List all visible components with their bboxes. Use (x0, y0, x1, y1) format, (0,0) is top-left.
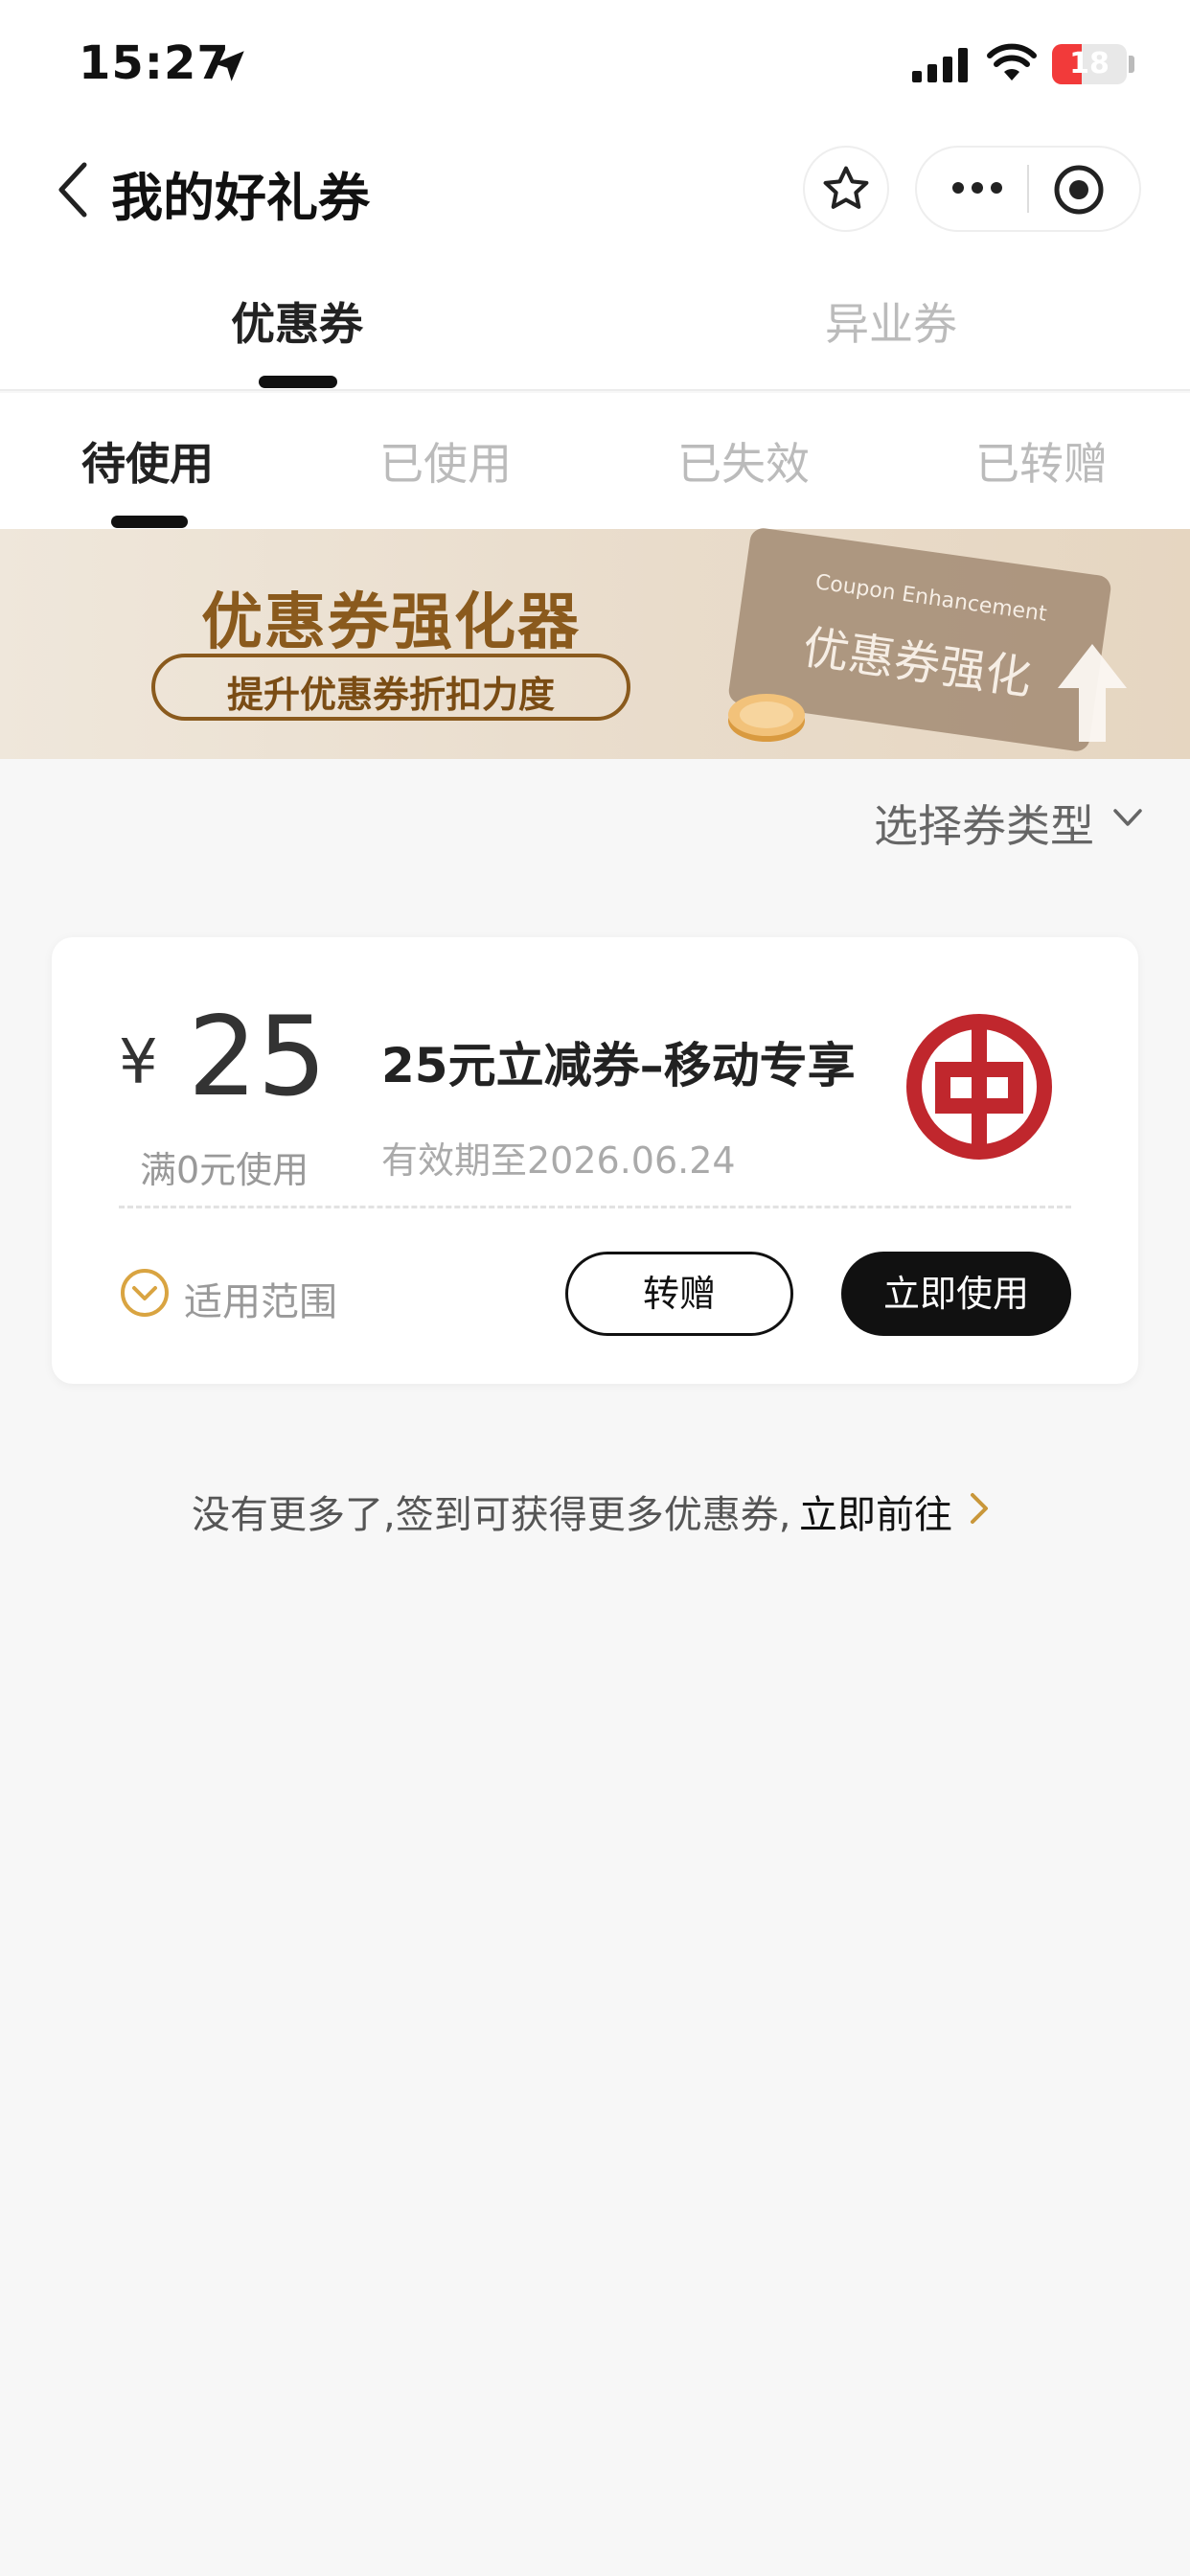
star-icon (823, 166, 869, 209)
coupon-validity: 有效期至2026.06.24 (381, 1139, 736, 1182)
banner-title: 优惠券强化器 (201, 587, 581, 658)
coupon-title: 25元立减券–移动专享 (381, 1038, 856, 1093)
tab-partner-coupons[interactable]: 异业券 (747, 289, 1035, 353)
coupon-amount: 25 (188, 993, 328, 1120)
coupon-type-filter[interactable]: 选择券类型 (874, 792, 1094, 855)
sub-tab-indicator (111, 516, 188, 528)
chevron-circle-down-icon[interactable] (119, 1267, 171, 1319)
close-target-icon[interactable] (1052, 163, 1106, 217)
no-more-hint: 没有更多了,签到可获得更多优惠券, (192, 1493, 791, 1537)
cellular-signal-icon (912, 48, 968, 82)
chevron-down-icon[interactable] (1111, 805, 1144, 830)
banner-subtitle: 提升优惠券折扣力度 (226, 674, 555, 716)
status-time: 15:27 (79, 36, 230, 90)
bank-logo-icon (906, 1014, 1052, 1160)
coupon-currency: ¥ (119, 1027, 158, 1098)
tab-unused[interactable]: 待使用 (33, 429, 263, 493)
back-chevron-icon[interactable] (54, 161, 92, 218)
go-now-link[interactable]: 立即前往 (799, 1484, 952, 1539)
up-arrow-icon (1058, 644, 1127, 742)
tab-used[interactable]: 已使用 (331, 429, 561, 493)
scope-toggle[interactable]: 适用范围 (184, 1271, 337, 1326)
location-arrow-icon (214, 51, 244, 81)
battery-icon: 18 (1052, 44, 1127, 84)
coupon-condition: 满0元使用 (140, 1149, 309, 1191)
capsule-divider (1027, 165, 1029, 213)
tab-coupons[interactable]: 优惠券 (153, 289, 441, 353)
chevron-right-icon[interactable] (968, 1491, 991, 1526)
coin-icon (728, 694, 805, 742)
favorite-button[interactable] (803, 146, 889, 232)
battery-percent: 18 (1069, 47, 1110, 80)
wifi-icon (987, 43, 1037, 80)
coupon-divider (119, 1206, 1071, 1208)
tab-transferred[interactable]: 已转赠 (927, 429, 1156, 493)
transfer-button[interactable]: 转赠 (565, 1252, 793, 1336)
tab-expired[interactable]: 已失效 (629, 429, 858, 493)
battery-cap (1129, 56, 1134, 73)
main-tab-indicator (259, 376, 337, 388)
more-dots-icon[interactable] (947, 169, 1008, 207)
use-now-button[interactable]: 立即使用 (841, 1252, 1071, 1336)
page-title: 我的好礼券 (111, 168, 370, 228)
